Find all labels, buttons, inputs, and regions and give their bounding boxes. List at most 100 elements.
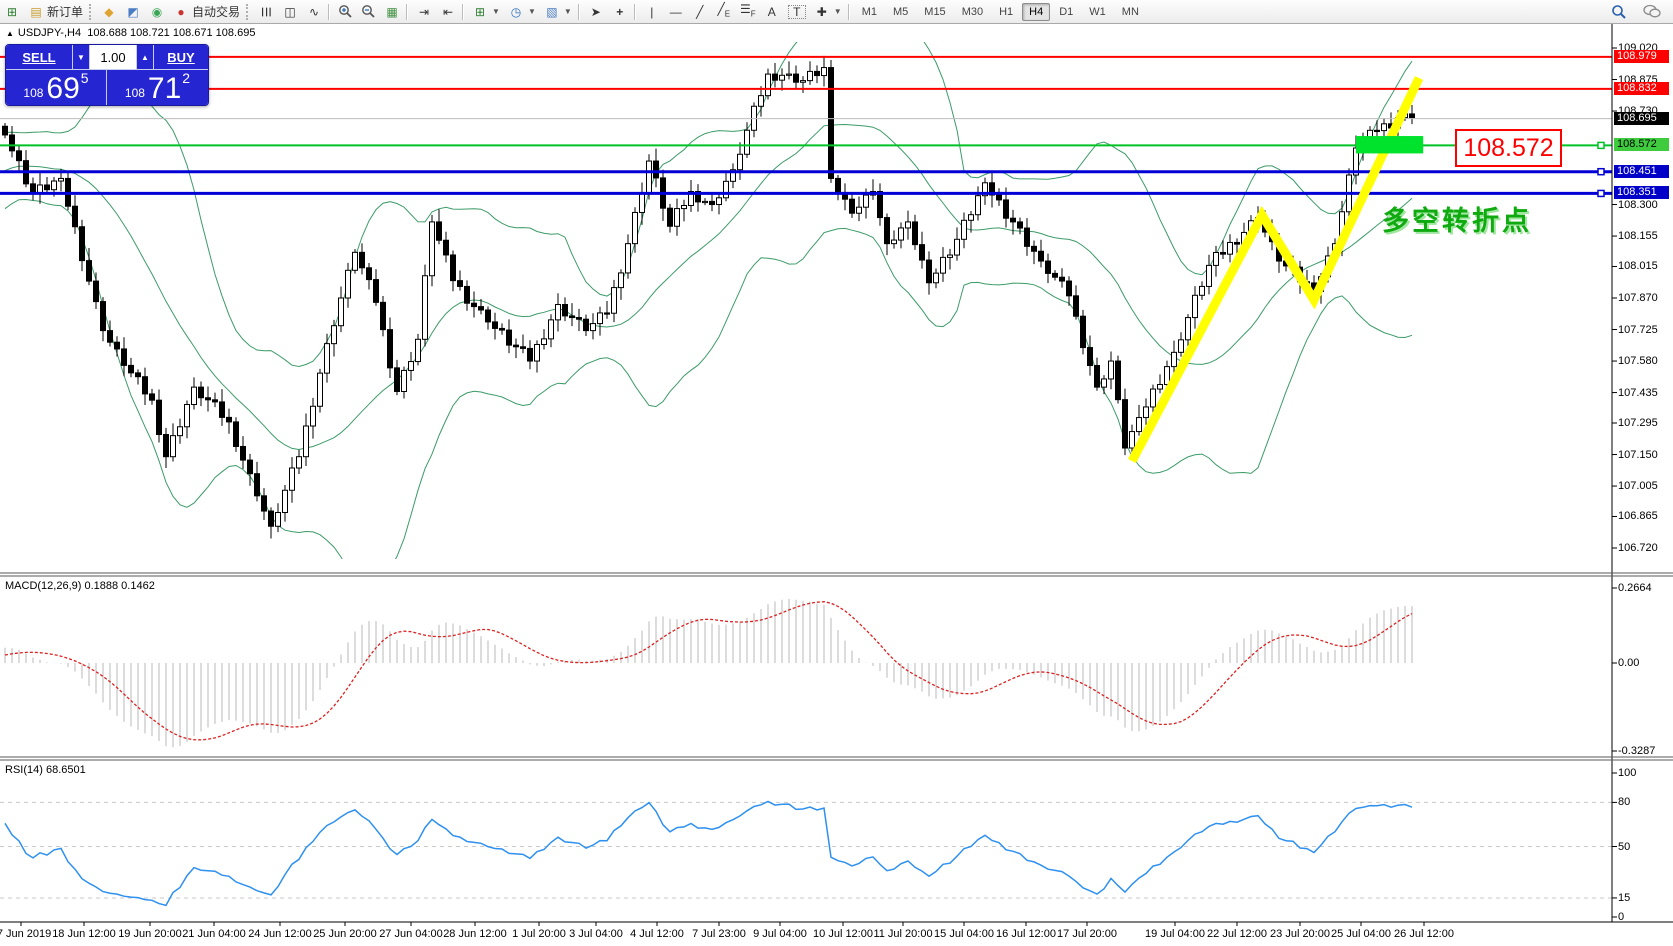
- price-tick-label: 107.005: [1618, 480, 1658, 492]
- trendline-icon: ╱: [692, 5, 708, 19]
- toolbar: ⊞ ▤ 新订单 ◆ ◩ ◉ ● 自动交易 ☰ ◫ ∿ ▦ ⇥ ⇤ ⊞▼ ◷▼ ▧…: [0, 0, 1673, 24]
- shapes-tool-button[interactable]: ✚▼: [810, 3, 846, 21]
- text-icon: A: [764, 5, 780, 19]
- label-icon: T: [788, 5, 806, 19]
- timeframe-button-m5[interactable]: M5: [886, 3, 915, 21]
- indicator-tick-label: 15: [1618, 892, 1630, 904]
- indicator-tick-label: 0.2664: [1618, 582, 1652, 594]
- sell-button[interactable]: SELL: [6, 45, 72, 69]
- indicator-tick-label: 50: [1618, 841, 1630, 853]
- timeframe-button-w1[interactable]: W1: [1082, 3, 1113, 21]
- price-tick-label: 107.150: [1618, 449, 1658, 461]
- search-button[interactable]: [1607, 2, 1631, 22]
- cursor-tool-button[interactable]: ➤: [584, 3, 608, 21]
- line-chart-icon: ∿: [306, 5, 322, 19]
- autotrading-label: 自动交易: [192, 3, 240, 20]
- ohlc-values: 108.688 108.721 108.671 108.695: [87, 27, 255, 39]
- periods-button[interactable]: ◷▼: [504, 3, 540, 21]
- volume-decrease-button[interactable]: ▼: [73, 45, 89, 69]
- zoom-in-icon: [338, 4, 353, 19]
- autotrading-button[interactable]: ● 自动交易: [169, 1, 244, 22]
- tile-windows-button[interactable]: ▦: [380, 3, 404, 21]
- macd-values: 0.1888 0.1462: [84, 580, 154, 592]
- price-tick-label: 107.580: [1618, 355, 1658, 367]
- chevron-down-icon: ▼: [834, 7, 842, 16]
- toolbar-separator: [462, 4, 464, 20]
- trendline-tool-button[interactable]: ╱: [688, 3, 712, 21]
- search-icon: [1611, 4, 1627, 20]
- rsi-label: RSI(14) 68.6501: [5, 764, 86, 776]
- new-order-label: 新订单: [47, 3, 83, 20]
- templates-button[interactable]: ▧▼: [540, 3, 576, 21]
- chat-button[interactable]: [1639, 2, 1665, 21]
- buy-price-pip: 2: [182, 71, 190, 85]
- volume-input[interactable]: 1.00: [90, 45, 136, 69]
- price-tick-label: 108.300: [1618, 199, 1658, 211]
- chevron-down-icon: ▼: [492, 7, 500, 16]
- chinese-annotation[interactable]: 多空转折点: [1382, 199, 1532, 238]
- signals-icon: ◉: [149, 5, 165, 19]
- chart-canvas[interactable]: [0, 0, 1673, 946]
- timeframe-button-mn[interactable]: MN: [1115, 3, 1146, 21]
- volume-increase-button[interactable]: ▲: [137, 45, 153, 69]
- line-chart-button[interactable]: ∿: [302, 3, 326, 21]
- hline-tool-button[interactable]: —: [664, 3, 688, 21]
- crosshair-tool-button[interactable]: +: [608, 3, 632, 21]
- channel-tool-button[interactable]: ╱E: [712, 0, 736, 23]
- timeframe-toolbar: M1M5M15M30H1H4D1W1MN: [854, 3, 1147, 21]
- tile-windows-icon: ▦: [384, 5, 400, 19]
- buy-price[interactable]: 108 71 2: [107, 70, 208, 105]
- clock-icon: ◷: [508, 5, 524, 19]
- sell-price-prefix: 108: [23, 83, 43, 103]
- auto-scroll-button[interactable]: ⇥: [412, 3, 436, 21]
- collapse-triangle-icon[interactable]: ▲: [6, 29, 14, 38]
- text-tool-button[interactable]: A: [760, 3, 784, 21]
- chevron-down-icon: ▼: [564, 7, 572, 16]
- price-line-tag: 108.832: [1614, 82, 1669, 95]
- zoom-out-button[interactable]: [357, 2, 380, 21]
- market-watch-button[interactable]: ◆: [97, 3, 121, 21]
- label-tool-button[interactable]: T: [784, 3, 810, 21]
- indicators-button[interactable]: ⊞▼: [468, 3, 504, 21]
- price-tick-label: 107.725: [1618, 324, 1658, 336]
- timeframe-button-h4[interactable]: H4: [1022, 3, 1050, 21]
- fibonacci-tool-button[interactable]: ☰F: [736, 0, 760, 23]
- timeframe-button-h1[interactable]: H1: [992, 3, 1020, 21]
- mt4-window: ⊞ ▤ 新订单 ◆ ◩ ◉ ● 自动交易 ☰ ◫ ∿ ▦ ⇥ ⇤ ⊞▼ ◷▼ ▧…: [0, 0, 1673, 946]
- toolbar-right-group: [1607, 2, 1673, 22]
- timeframe-button-m1[interactable]: M1: [855, 3, 884, 21]
- vertical-line-icon: |: [644, 5, 660, 19]
- navigator-button[interactable]: ◩: [121, 3, 145, 21]
- navigator-icon: ◩: [125, 5, 141, 19]
- price-callout-box[interactable]: 108.572: [1455, 129, 1562, 167]
- vline-tool-button[interactable]: |: [640, 3, 664, 21]
- time-tick-label: 26 Jul 12:00: [1379, 928, 1469, 940]
- timeframe-button-d1[interactable]: D1: [1052, 3, 1080, 21]
- crosshair-icon: +: [612, 5, 628, 19]
- candlestick-chart-button[interactable]: ◫: [278, 3, 302, 21]
- indicator-tick-label: 0: [1618, 911, 1624, 923]
- new-order-icon: ▤: [28, 5, 44, 19]
- timeframe-button-m30[interactable]: M30: [955, 3, 990, 21]
- sell-price-big: 69: [46, 75, 79, 103]
- indicator-tick-label: -0.3287: [1618, 745, 1655, 757]
- indicator-tick-label: 0.00: [1618, 657, 1639, 669]
- bar-chart-button[interactable]: ☰: [254, 3, 278, 21]
- signals-button[interactable]: ◉: [145, 3, 169, 21]
- time-tick-label: 17 Jul 20:00: [1042, 928, 1132, 940]
- timeframe-button-m15[interactable]: M15: [917, 3, 952, 21]
- buy-price-big: 71: [148, 75, 181, 103]
- price-tick-label: 108.155: [1618, 230, 1658, 242]
- chart-shift-button[interactable]: ⇤: [436, 3, 460, 21]
- zoom-out-icon: [361, 4, 376, 19]
- toolbar-separator: [578, 4, 580, 20]
- price-tick-label: 108.015: [1618, 260, 1658, 272]
- sell-price[interactable]: 108 69 5: [6, 70, 106, 105]
- new-chart-button[interactable]: ⊞: [0, 3, 24, 21]
- toolbar-separator: [634, 4, 636, 20]
- zoom-in-button[interactable]: [334, 2, 357, 21]
- buy-button[interactable]: BUY: [154, 45, 208, 69]
- cursor-icon: ➤: [588, 5, 604, 19]
- new-order-button[interactable]: ▤ 新订单: [24, 1, 87, 22]
- price-line-tag: 108.979: [1614, 50, 1669, 63]
